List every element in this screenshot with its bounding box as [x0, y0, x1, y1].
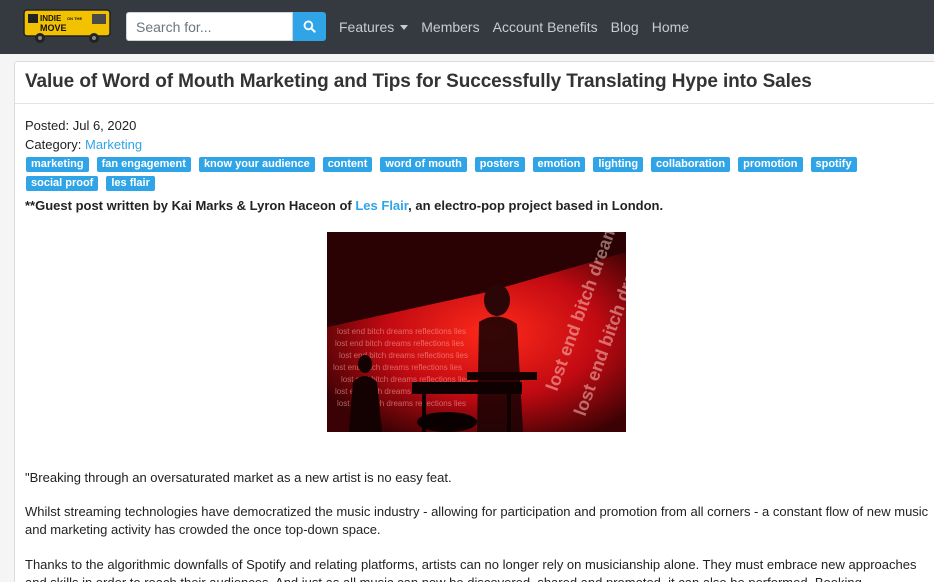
article-body: Posted: Jul 6, 2020 Category: Marketing … — [15, 104, 934, 215]
category-label: Category: — [25, 137, 82, 152]
nav-members[interactable]: Members — [421, 19, 479, 35]
main-nav: Features Members Account Benefits Blog H… — [339, 0, 702, 54]
search-input[interactable] — [126, 12, 293, 41]
tag-word-of-mouth[interactable]: word of mouth — [380, 157, 467, 172]
nav-home[interactable]: Home — [652, 19, 689, 35]
tag-know-your-audience[interactable]: know your audience — [198, 157, 315, 172]
tag-fan-engagement[interactable]: fan engagement — [96, 157, 191, 172]
intro-prefix: **Guest post written by Kai Marks & Lyro… — [25, 198, 356, 213]
nav-blog[interactable]: Blog — [611, 19, 639, 35]
nav-features-dropdown[interactable]: Features — [339, 19, 409, 35]
paragraph-1: "Breaking through an oversaturated marke… — [25, 470, 452, 485]
tag-lighting[interactable]: lighting — [593, 157, 644, 172]
article-header: Value of Word of Mouth Marketing and Tip… — [15, 62, 934, 104]
projection-text-4: lost end bitch dreams reflections lies — [333, 363, 462, 372]
site-logo[interactable]: INDIE ON THE MOVE — [22, 6, 114, 46]
category-link[interactable]: Marketing — [85, 137, 142, 152]
search-button[interactable] — [293, 12, 326, 41]
concert-photo: lost end bitch dreams reflections lies l… — [327, 232, 626, 432]
article-card: Value of Word of Mouth Marketing and Tip… — [14, 61, 934, 582]
tag-spotify[interactable]: spotify — [810, 157, 857, 172]
projection-text-3: lost end bitch dreams reflections lies — [339, 351, 468, 360]
posted-label: Posted: — [25, 118, 70, 133]
nav-account-benefits[interactable]: Account Benefits — [493, 19, 598, 35]
tag-marketing[interactable]: marketing — [26, 157, 89, 172]
top-navbar: INDIE ON THE MOVE Features Members Accou… — [0, 0, 934, 54]
tag-emotion[interactable]: emotion — [532, 157, 586, 172]
svg-text:INDIE: INDIE — [40, 14, 62, 23]
svg-text:MOVE: MOVE — [40, 23, 67, 33]
tag-list: marketing fan engagement know your audie… — [25, 157, 885, 195]
posted-date: Jul 6, 2020 — [72, 118, 137, 133]
search-form — [126, 12, 326, 41]
projection-text-1: lost end bitch dreams reflections lies — [337, 327, 466, 336]
search-icon — [303, 20, 316, 33]
tag-content[interactable]: content — [322, 157, 373, 172]
category-line: Category: Marketing — [25, 135, 934, 154]
tag-les-flair[interactable]: les flair — [106, 176, 155, 191]
tag-social-proof[interactable]: social proof — [26, 176, 99, 191]
guest-post-intro: **Guest post written by Kai Marks & Lyro… — [25, 197, 934, 215]
tag-collaboration[interactable]: collaboration — [651, 157, 731, 172]
paragraph-3: Thanks to the algorithmic downfalls of S… — [25, 557, 917, 582]
svg-text:ON THE: ON THE — [67, 16, 82, 21]
tag-promotion[interactable]: promotion — [738, 157, 803, 172]
caret-down-icon — [400, 25, 409, 30]
nav-features-label: Features — [339, 19, 395, 35]
posted-line: Posted: Jul 6, 2020 — [25, 116, 934, 135]
paragraph-2: Whilst streaming technologies have democ… — [25, 504, 929, 537]
article-title: Value of Word of Mouth Marketing and Tip… — [25, 71, 812, 92]
les-flair-link[interactable]: Les Flair — [355, 198, 408, 213]
projection-text-2: lost end bitch dreams reflections lies — [335, 339, 464, 348]
tag-posters[interactable]: posters — [474, 157, 525, 172]
intro-suffix: , an electro-pop project based in London… — [408, 198, 664, 213]
